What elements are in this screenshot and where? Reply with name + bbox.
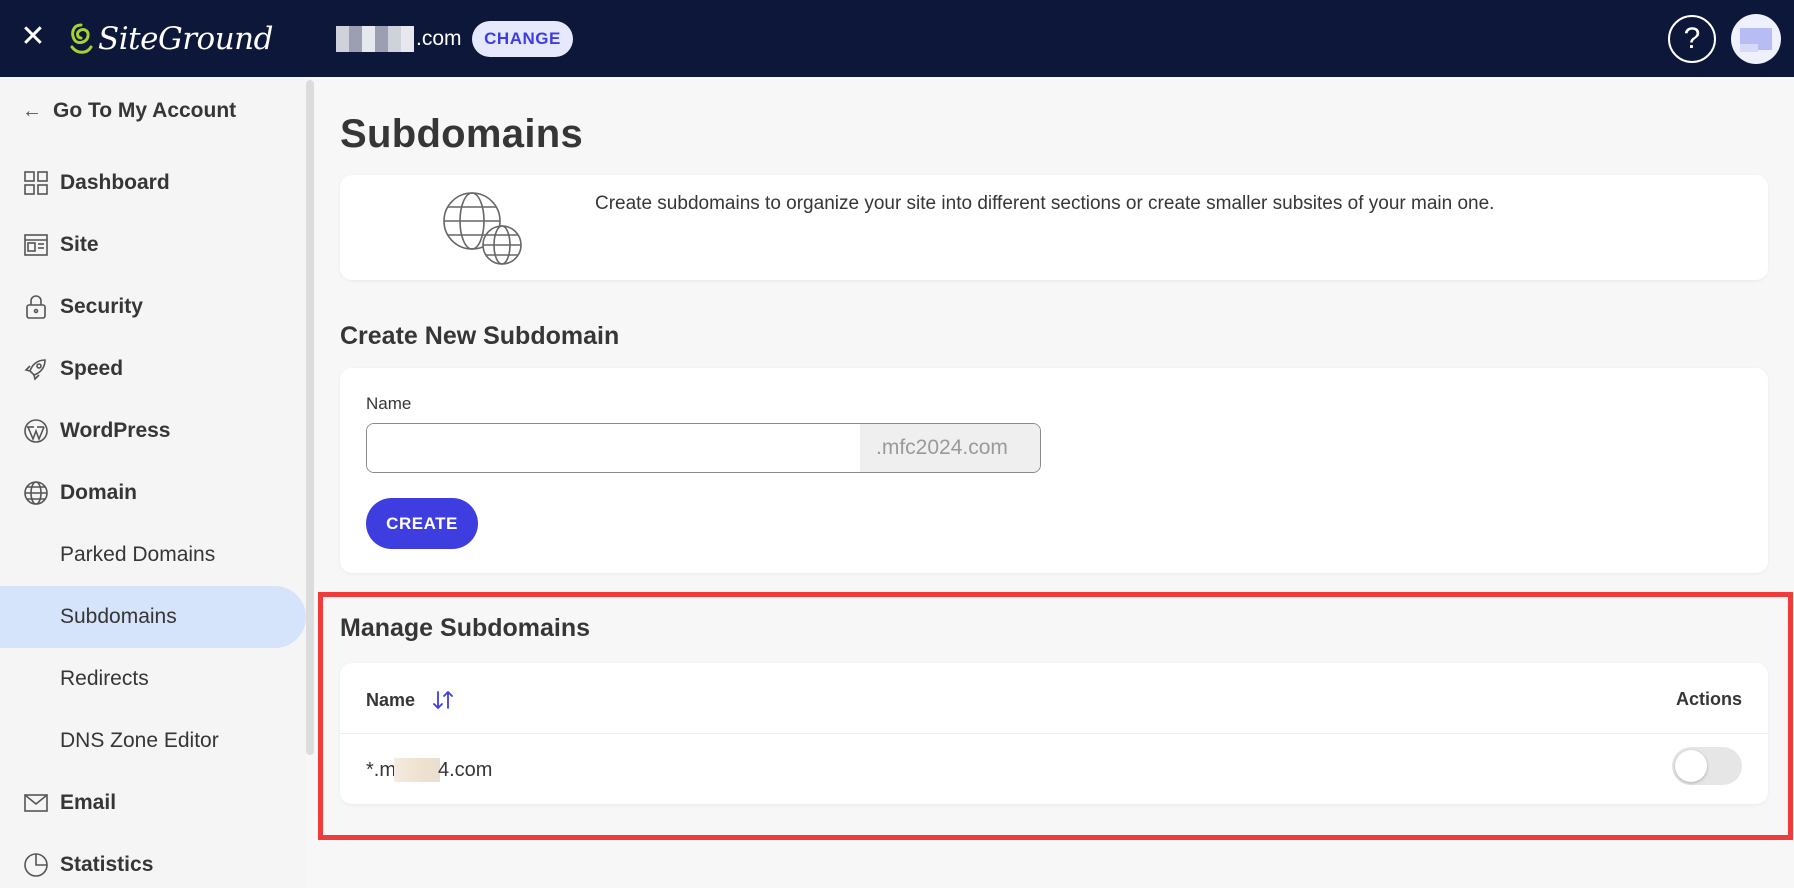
logo-swirl-icon [70,23,93,54]
sort-icon[interactable] [431,688,455,712]
intro-card: Create subdomains to organize your site … [340,175,1768,280]
pie-chart-icon [24,853,48,877]
arrow-left-icon: ← [22,99,42,122]
row-divider [340,733,1768,734]
sidebar-item-label: Security [60,295,143,318]
sidebar-item-label: Site [60,233,99,256]
dashboard-icon [24,171,48,195]
avatar[interactable] [1731,14,1781,64]
redacted-text [394,758,440,782]
sidebar-item-security[interactable]: Security [0,276,306,338]
help-icon[interactable]: ? [1668,15,1716,63]
create-button[interactable]: CREATE [366,498,478,549]
create-subdomain-card: Name .mfc2024.com CREATE [340,368,1768,573]
lock-icon [26,295,46,319]
sidebar-subitem-label: Redirects [60,667,149,690]
column-header-name: Name [366,688,455,712]
site-domain-suffix: .com [416,27,462,50]
close-icon[interactable]: ✕ [18,22,48,52]
sidebar-subitem-label: DNS Zone Editor [60,729,219,752]
page-title: Subdomains [340,112,584,156]
sidebar-item-wordpress[interactable]: WordPress [0,400,306,462]
sidebar-item-dashboard[interactable]: Dashboard [0,152,306,214]
sidebar-item-label: Email [60,791,117,814]
name-field-label: Name [366,394,412,413]
subdomain-name-prefix: *.m [366,758,396,781]
sidebar-item-label: Domain [60,481,138,504]
table-row-subdomain-name: *.m 4.com [366,758,492,782]
go-to-my-account-link[interactable]: ← Go To My Account [22,99,236,123]
wordpress-icon [24,419,48,443]
toggle-knob [1675,750,1707,782]
sidebar-subitem-label: Subdomains [60,605,177,628]
sidebar-item-label: WordPress [60,419,171,442]
manage-section-title: Manage Subdomains [340,614,591,642]
globe-icon [24,481,48,505]
column-header-name-label: Name [366,689,416,710]
sidebar-item-domain[interactable]: Domain [0,462,306,524]
subdomain-name-suffix: 4.com [438,758,493,781]
back-label: Go To My Account [53,99,237,122]
sidebar-item-parked-domains[interactable]: Parked Domains [0,524,306,586]
sidebar-item-label: Statistics [60,853,154,876]
siteground-logo[interactable]: SiteGround [68,18,273,60]
mail-icon [24,794,48,812]
sidebar-item-statistics[interactable]: Statistics [0,834,306,888]
site-name: .com [336,26,462,52]
subdomain-toggle[interactable] [1672,747,1742,785]
brand-name: SiteGround [98,21,273,57]
sidebar-item-speed[interactable]: Speed [0,338,306,400]
create-section-title: Create New Subdomain [340,322,620,350]
sidebar-item-email[interactable]: Email [0,772,306,834]
sidebar-item-subdomains[interactable]: Subdomains [0,586,306,648]
rocket-icon [24,359,46,381]
change-site-button[interactable]: CHANGE [472,21,573,57]
sidebar-item-site[interactable]: Site [0,214,306,276]
subdomain-name-input[interactable] [367,424,860,472]
manage-subdomains-table: Name Actions *.m 4.com [340,663,1768,804]
sidebar-item-label: Dashboard [60,171,170,194]
sidebar: ← Go To My Account Dashboard Site Securi… [0,77,306,888]
top-bar: ✕ SiteGround .com CHANGE ? [0,0,1794,77]
sidebar-item-redirects[interactable]: Redirects [0,648,306,710]
column-header-actions: Actions [1675,689,1742,709]
sidebar-item-dns-zone-editor[interactable]: DNS Zone Editor [0,710,306,772]
sidebar-scrollbar[interactable] [306,80,314,755]
domain-suffix: .mfc2024.com [860,424,1040,472]
redacted-site-name [336,26,414,52]
site-icon [24,234,48,256]
intro-text: Create subdomains to organize your site … [595,193,1495,214]
sidebar-subitem-label: Parked Domains [60,543,216,566]
subdomain-name-field: .mfc2024.com [366,423,1041,473]
globes-illustration-icon [443,192,522,265]
sidebar-item-label: Speed [60,357,124,380]
